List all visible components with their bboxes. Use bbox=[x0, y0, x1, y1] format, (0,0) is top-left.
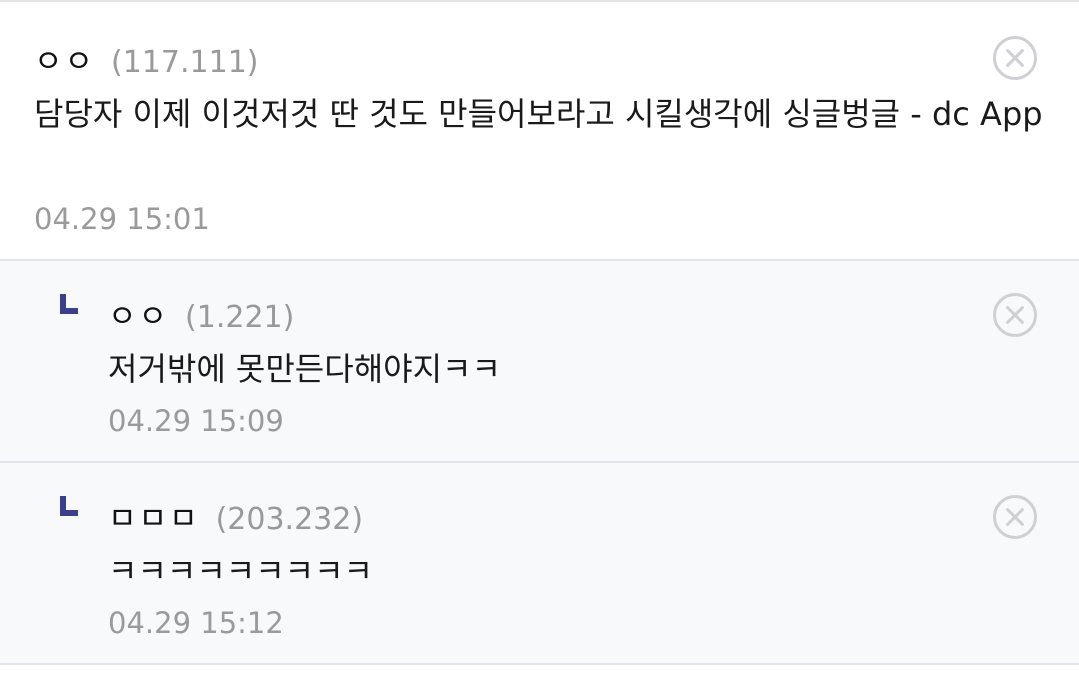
comment-header: ㅇㅇ (117.111) bbox=[34, 36, 259, 81]
comment-nickname[interactable]: ㅇㅇ bbox=[108, 291, 169, 336]
comment-header: ㅇㅇ (1.221) bbox=[108, 291, 294, 336]
comment-ip: (1.221) bbox=[185, 300, 295, 335]
reply-corner-icon bbox=[60, 294, 78, 314]
comment-list: ㅇㅇ (117.111) 담당자 이제 이것저것 딴 것도 만들어보라고 시킬생… bbox=[0, 0, 1079, 676]
reply-item: ㅇㅇ (1.221) 저거밖에 못만든다해야지ㅋㅋ 04.29 15:09 bbox=[0, 261, 1079, 463]
comment-nickname[interactable]: ㅇㅇ bbox=[34, 36, 95, 81]
delete-comment-button[interactable] bbox=[993, 495, 1037, 539]
comment-date: 04.29 15:01 bbox=[34, 202, 210, 236]
comment-item: ㅇㅇ (117.111) 담당자 이제 이것저것 딴 것도 만들어보라고 시킬생… bbox=[0, 2, 1079, 261]
delete-comment-button[interactable] bbox=[993, 36, 1037, 80]
comment-text: 담당자 이제 이것저것 딴 것도 만들어보라고 시킬생각에 싱글벙글 - dc … bbox=[34, 95, 1043, 133]
comment-date: 04.29 15:09 bbox=[108, 404, 284, 438]
comment-ip: (117.111) bbox=[111, 45, 259, 80]
comment-text: 저거밖에 못만든다해야지ㅋㅋ bbox=[108, 350, 501, 388]
comment-text: ㅋㅋㅋㅋㅋㅋㅋㅋㅋ bbox=[108, 552, 373, 590]
reply-item: ㅁㅁㅁ (203.232) ㅋㅋㅋㅋㅋㅋㅋㅋㅋ 04.29 15:12 bbox=[0, 463, 1079, 665]
comment-ip: (203.232) bbox=[215, 502, 364, 537]
reply-corner-icon bbox=[60, 496, 78, 516]
delete-comment-button[interactable] bbox=[993, 293, 1037, 337]
comment-header: ㅁㅁㅁ (203.232) bbox=[108, 493, 363, 538]
comment-nickname[interactable]: ㅁㅁㅁ bbox=[108, 493, 200, 538]
comment-date: 04.29 15:12 bbox=[108, 606, 284, 640]
